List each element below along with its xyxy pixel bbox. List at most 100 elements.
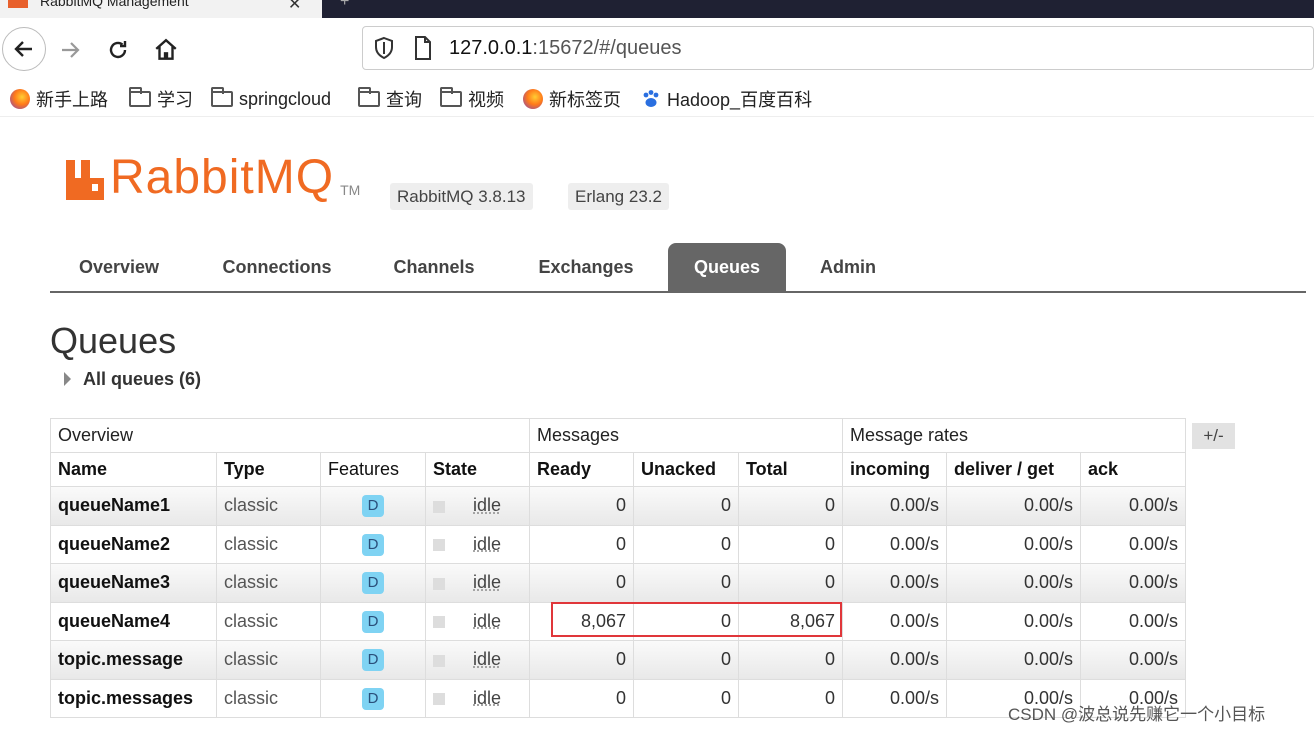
column-header-ready[interactable]: Ready <box>529 452 634 487</box>
queue-type: classic <box>216 524 321 564</box>
state-text: idle <box>473 649 502 670</box>
rabbitmq-version-badge: RabbitMQ 3.8.13 <box>390 183 533 210</box>
shield-icon[interactable] <box>373 36 395 60</box>
durable-badge: D <box>362 533 384 556</box>
table-row: queueName3 classic D idle 0 0 0 0.00/s 0… <box>50 563 1186 603</box>
durable-badge: D <box>362 495 384 518</box>
forward-button[interactable] <box>50 32 90 68</box>
bookmark-label: 新标签页 <box>549 90 621 110</box>
browser-tab[interactable]: RabbitMQ Management ✕ <box>0 0 322 18</box>
features-cell: D <box>320 678 426 718</box>
browser-toolbar: 127.0.0.1:15672/#/queues <box>0 18 1314 80</box>
state-cell: idle <box>425 563 530 603</box>
address-bar[interactable]: 127.0.0.1:15672/#/queues <box>362 26 1314 70</box>
bookmark-item[interactable]: 新标签页 <box>523 88 621 110</box>
reload-button[interactable] <box>98 32 138 68</box>
deliver-get-rate: 0.00/s <box>946 640 1081 680</box>
bookmark-label: 查询 <box>386 90 422 110</box>
queue-type: classic <box>216 486 321 526</box>
bookmark-folder[interactable]: 视频 <box>440 87 504 110</box>
reload-icon <box>109 41 127 59</box>
column-header-ack[interactable]: ack <box>1080 452 1186 487</box>
queue-name-link[interactable]: queueName1 <box>50 486 217 526</box>
incoming-rate: 0.00/s <box>842 563 947 603</box>
state-cell: idle <box>425 640 530 680</box>
queues-table: Overview Messages Message rates Name Typ… <box>50 418 1186 718</box>
bookmark-folder[interactable]: 查询 <box>358 87 422 110</box>
ack-rate: 0.00/s <box>1080 524 1186 564</box>
table-row: queueName4 classic D idle 8,067 0 8,067 … <box>50 601 1186 641</box>
rabbitmq-logo[interactable]: RabbitMQ TM <box>66 151 361 204</box>
column-header-state[interactable]: State <box>425 452 530 487</box>
unacked-count: 0 <box>633 640 739 680</box>
incoming-rate: 0.00/s <box>842 640 947 680</box>
main-nav: Overview Connections Channels Exchanges … <box>50 243 1306 293</box>
tab-connections[interactable]: Connections <box>208 243 346 291</box>
bookmark-folder[interactable]: springcloud <box>211 87 331 110</box>
state-indicator-icon <box>433 654 445 667</box>
state-text: idle <box>473 687 502 708</box>
queue-name-link[interactable]: queueName2 <box>50 524 217 564</box>
column-header-features: Features <box>320 452 426 487</box>
close-tab-icon[interactable]: ✕ <box>288 0 301 14</box>
features-cell: D <box>320 601 426 641</box>
unacked-count: 0 <box>633 563 739 603</box>
group-header-overview: Overview <box>50 418 530 453</box>
tab-admin[interactable]: Admin <box>808 243 888 291</box>
queue-type: classic <box>216 601 321 641</box>
url-path: :15672/#/queues <box>532 37 682 59</box>
state-text: idle <box>473 533 502 554</box>
unacked-count: 0 <box>633 601 739 641</box>
features-cell: D <box>320 563 426 603</box>
incoming-rate: 0.00/s <box>842 486 947 526</box>
column-header-name[interactable]: Name <box>50 452 217 487</box>
new-tab-icon[interactable]: + <box>340 0 349 11</box>
erlang-version-badge: Erlang 23.2 <box>568 183 669 210</box>
state-text: idle <box>473 572 502 593</box>
column-header-total[interactable]: Total <box>738 452 843 487</box>
back-button[interactable] <box>2 27 46 71</box>
tab-overview[interactable]: Overview <box>60 243 178 291</box>
watermark: CSDN @波总说先赚它一个小目标 <box>1008 705 1266 724</box>
column-header-unacked[interactable]: Unacked <box>633 452 739 487</box>
total-count: 8,067 <box>738 601 843 641</box>
bookmark-item[interactable]: 新手上路 <box>10 88 108 110</box>
queue-name-link[interactable]: queueName4 <box>50 601 217 641</box>
bookmark-folder[interactable]: 学习 <box>129 87 193 110</box>
queue-type: classic <box>216 678 321 718</box>
durable-badge: D <box>362 572 384 595</box>
total-count: 0 <box>738 678 843 718</box>
queue-name-link[interactable]: topic.messages <box>50 678 217 718</box>
url-text[interactable]: 127.0.0.1:15672/#/queues <box>449 37 681 60</box>
column-toggle-button[interactable]: +/- <box>1192 423 1235 449</box>
queue-name-link[interactable]: topic.message <box>50 640 217 680</box>
tab-exchanges[interactable]: Exchanges <box>522 243 650 291</box>
durable-badge: D <box>362 610 384 633</box>
queue-type: classic <box>216 640 321 680</box>
state-indicator-icon <box>433 577 445 590</box>
logo-text: RabbitMQ <box>110 151 335 204</box>
unacked-count: 0 <box>633 486 739 526</box>
tab-queues[interactable]: Queues <box>668 243 786 291</box>
tab-channels[interactable]: Channels <box>378 243 490 291</box>
state-text: idle <box>473 610 502 631</box>
group-header-message-rates: Message rates <box>842 418 1186 453</box>
ack-rate: 0.00/s <box>1080 563 1186 603</box>
state-indicator-icon <box>433 539 445 551</box>
all-queues-toggle[interactable]: All queues (6) <box>64 369 201 390</box>
ack-rate: 0.00/s <box>1080 640 1186 680</box>
bookmark-item[interactable]: Hadoop_百度百科 <box>641 88 812 110</box>
queue-name-link[interactable]: queueName3 <box>50 563 217 603</box>
page-info-icon[interactable] <box>413 35 433 61</box>
column-header-incoming[interactable]: incoming <box>842 452 947 487</box>
ready-count: 0 <box>529 640 634 680</box>
column-header-type[interactable]: Type <box>216 452 321 487</box>
rabbitmq-favicon-icon <box>8 0 28 8</box>
trademark: TM <box>340 182 361 198</box>
ready-count: 0 <box>529 563 634 603</box>
total-count: 0 <box>738 524 843 564</box>
firefox-icon <box>10 89 30 109</box>
column-header-deliver-get[interactable]: deliver / get <box>946 452 1081 487</box>
queue-type: classic <box>216 563 321 603</box>
home-button[interactable] <box>146 32 186 68</box>
